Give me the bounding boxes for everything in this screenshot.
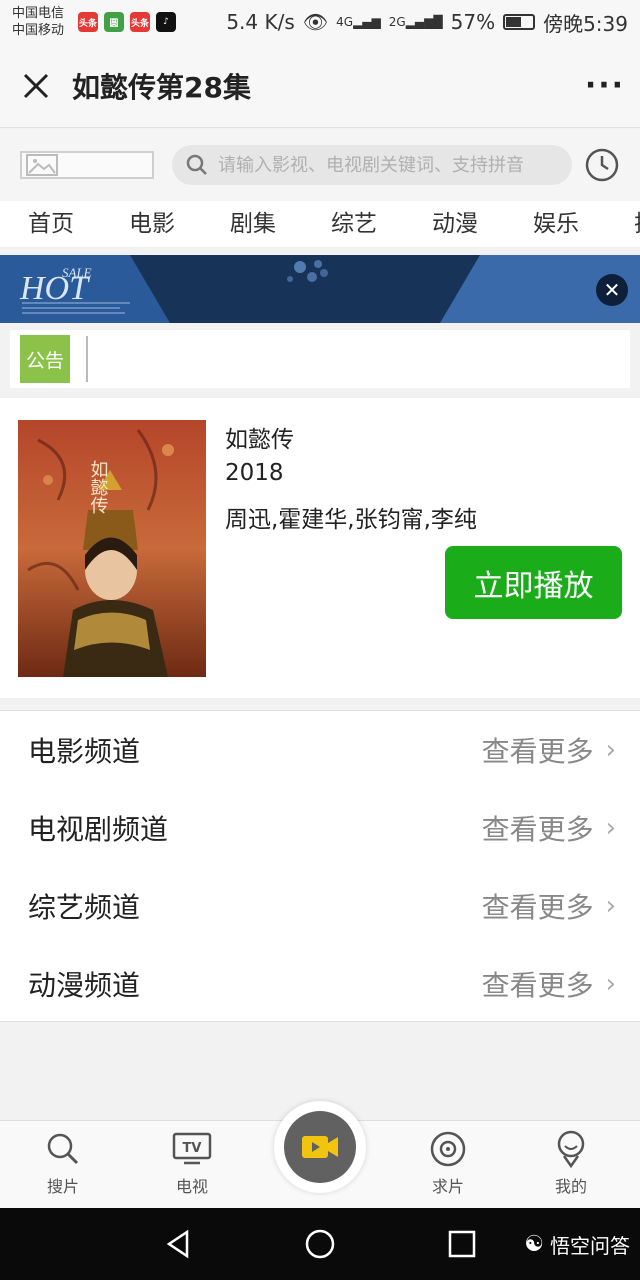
banner-graphic: SALE HOT [0, 255, 640, 323]
signal-4g-icon: 4G▂▄▆ [336, 15, 381, 29]
see-more-link[interactable]: 查看更多 [482, 886, 594, 926]
clock-icon [585, 148, 619, 182]
see-more-link[interactable]: 查看更多 [482, 808, 594, 848]
tv-icon: TV [172, 1132, 212, 1165]
eye-icon: 👁 [302, 10, 329, 34]
watermark-text: 悟空问答 [550, 1234, 630, 1258]
search-row [0, 129, 640, 201]
category-tabs: 首页 电影 剧集 综艺 动漫 娱乐 排 [0, 201, 640, 247]
channel-name: 电视剧频道 [28, 813, 169, 846]
more-options-button[interactable]: ··· [570, 44, 640, 128]
tiktok-icon: ♪ [156, 12, 176, 32]
clock: 傍晚5:39 [543, 11, 628, 36]
tab-tv[interactable]: TV 电视 [142, 1121, 242, 1209]
close-icon [23, 73, 49, 98]
home-circle-icon [305, 1229, 335, 1259]
search-icon [47, 1133, 79, 1165]
wukong-logo-icon: ☯ [524, 1232, 544, 1257]
chevron-right-icon: › [605, 969, 616, 999]
notice-badge: 公告 [20, 335, 70, 383]
tab-movies[interactable]: 电影 [101, 201, 202, 247]
channel-list: 电影频道 查看更多 › 电视剧频道 查看更多 › 综艺频道 查看更多 › 动漫频… [0, 710, 640, 1022]
tab-label: 我的 [554, 1177, 587, 1196]
site-logo[interactable] [20, 151, 154, 179]
channel-row-tv[interactable]: 电视剧频道 查看更多 › [0, 789, 640, 867]
recents-square-icon [448, 1230, 476, 1258]
poster-image: 如懿传 [18, 420, 206, 677]
poster-title-text: 如懿传 [88, 460, 109, 514]
channel-name: 动漫频道 [28, 969, 141, 1002]
toutiao-icon: 头条 [130, 12, 150, 32]
tab-label: 搜片 [46, 1177, 79, 1196]
back-triangle-icon [166, 1229, 189, 1259]
carrier-1: 中国电信 [12, 6, 65, 21]
status-bar: 中国电信 中国移动 头条 圆 头条 ♪ 5.4 K/s 👁 4G▂▄▆ 2G▂▄… [0, 0, 640, 44]
history-button[interactable] [584, 147, 620, 183]
tab-variety[interactable]: 综艺 [303, 201, 404, 247]
page-title: 如懿传第28集 [72, 70, 251, 104]
ad-banner[interactable]: SALE HOT ✕ [0, 255, 640, 323]
tab-anime[interactable]: 动漫 [404, 201, 505, 247]
tab-ranking[interactable]: 排 [606, 201, 640, 247]
tab-home[interactable]: 首页 [0, 201, 101, 247]
movie-cast: 周迅,霍建华,张钧甯,李纯 [225, 507, 477, 533]
title-bar: 如懿传第28集 ··· [0, 44, 640, 128]
notification-icons: 头条 圆 头条 ♪ [78, 12, 176, 32]
see-more-link[interactable]: 查看更多 [482, 964, 594, 1004]
tab-search[interactable]: 搜片 [13, 1121, 113, 1209]
banner-close-button[interactable]: ✕ [596, 274, 628, 306]
tab-entertainment[interactable]: 娱乐 [505, 201, 606, 247]
home-button[interactable] [302, 1226, 338, 1262]
chevron-right-icon: › [605, 813, 616, 843]
tab-series[interactable]: 剧集 [202, 201, 303, 247]
notice-bar[interactable]: 公告 [10, 330, 630, 388]
signal-2g-icon: 2G▂▄▆█ [388, 15, 443, 29]
network-speed: 5.4 K/s [226, 10, 295, 34]
recents-button[interactable] [444, 1226, 480, 1262]
search-input[interactable] [218, 154, 558, 176]
app-icon: 圆 [104, 12, 124, 32]
close-button[interactable] [0, 44, 72, 128]
tab-mine[interactable]: 我的 [521, 1121, 621, 1209]
carrier-info: 中国电信 中国移动 [12, 5, 72, 39]
movie-year: 2018 [225, 460, 284, 486]
battery-icon [503, 14, 536, 30]
film-reel-icon [430, 1131, 466, 1167]
image-placeholder-icon [26, 154, 58, 176]
movie-title: 如懿传 [225, 427, 294, 453]
chevron-right-icon: › [605, 891, 616, 921]
user-icon [557, 1130, 585, 1168]
movie-poster[interactable]: 如懿传 [18, 420, 206, 677]
center-video-button[interactable] [274, 1101, 366, 1193]
watermark: ☯ 悟空问答 [524, 1230, 630, 1259]
carrier-2: 中国移动 [12, 23, 65, 38]
play-now-button[interactable]: 立即播放 [445, 546, 622, 619]
channel-name: 电影频道 [28, 735, 141, 768]
see-more-link[interactable]: 查看更多 [482, 730, 594, 770]
battery-percent: 57% [450, 10, 496, 34]
channel-row-movies[interactable]: 电影频道 查看更多 › [0, 711, 640, 789]
system-navigation-bar: ☯ 悟空问答 [0, 1208, 640, 1280]
search-icon [186, 154, 207, 175]
divider [86, 336, 88, 382]
tab-label: 电视 [175, 1177, 208, 1196]
channel-name: 综艺频道 [28, 891, 141, 924]
video-camera-icon [302, 1136, 338, 1158]
tab-request[interactable]: 求片 [398, 1121, 498, 1209]
search-bar[interactable] [172, 145, 572, 185]
back-button[interactable] [160, 1226, 196, 1262]
chevron-right-icon: › [605, 735, 616, 765]
tab-label: 求片 [431, 1177, 464, 1196]
close-icon: ✕ [603, 278, 621, 302]
toutiao-icon: 头条 [78, 12, 98, 32]
tv-icon-text: TV [183, 1141, 202, 1156]
channel-row-variety[interactable]: 综艺频道 查看更多 › [0, 867, 640, 945]
movie-card: 如懿传 如懿传 2018 周迅,霍建华,张钧甯,李纯 立即播放 [0, 398, 640, 698]
channel-row-anime[interactable]: 动漫频道 查看更多 › [0, 945, 640, 1023]
banner-hot-text: HOT [19, 270, 90, 307]
